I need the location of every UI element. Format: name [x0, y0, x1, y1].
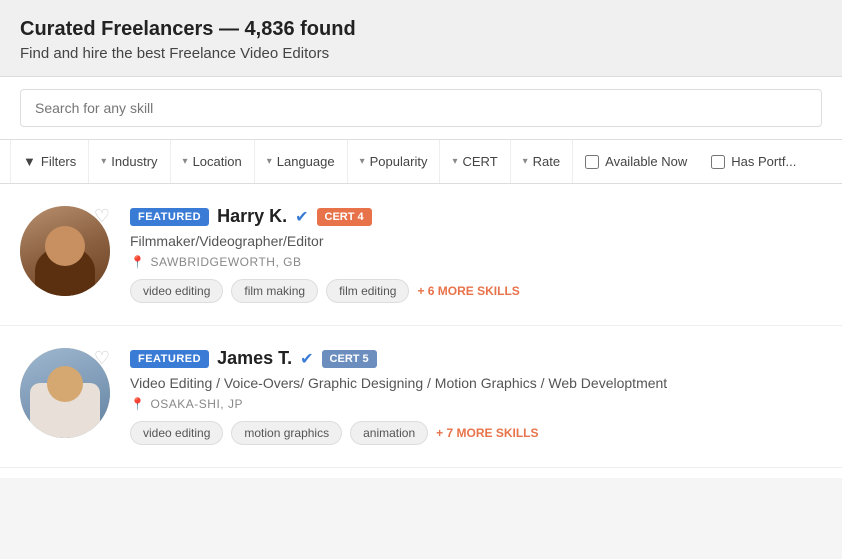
- search-input[interactable]: [20, 89, 822, 127]
- avatar-wrapper: ♡: [20, 206, 110, 296]
- chevron-icon: ▾: [360, 156, 365, 167]
- location-text: SAWBRIDGEWORTH, GB: [150, 255, 301, 269]
- cert-badge: CERT 4: [317, 208, 372, 226]
- filters-button[interactable]: ▼ Filters: [10, 140, 89, 184]
- verified-icon: ✔: [300, 349, 313, 369]
- available-now-checkbox[interactable]: [585, 155, 599, 169]
- card-content: FEATURED Harry K. ✔ CERT 4 Filmmaker/Vid…: [130, 206, 822, 303]
- favorite-icon[interactable]: ♡: [94, 348, 110, 369]
- filters-label: Filters: [41, 154, 76, 169]
- chevron-icon: ▾: [101, 156, 106, 167]
- location-pin-icon: 📍: [130, 255, 145, 269]
- more-skills-link[interactable]: + 7 MORE SKILLS: [436, 426, 538, 440]
- page-header: Curated Freelancers — 4,836 found Find a…: [0, 0, 842, 77]
- cert-badge: CERT 5: [322, 350, 377, 368]
- card-header: FEATURED James T. ✔ CERT 5: [130, 348, 822, 369]
- filter-bar: ▼ Filters ▾ Industry ▾ Location ▾ Langua…: [0, 140, 842, 184]
- page-subtitle: Find and hire the best Freelance Video E…: [20, 45, 822, 62]
- freelancer-name: James T.: [217, 348, 292, 369]
- filter-cert-button[interactable]: ▾ CERT: [440, 140, 510, 184]
- skills-row: video editing motion graphics animation …: [130, 421, 822, 445]
- chevron-icon: ▾: [183, 156, 188, 167]
- skills-row: video editing film making film editing +…: [130, 279, 822, 303]
- skill-tag: animation: [350, 421, 428, 445]
- freelancer-location: 📍 SAWBRIDGEWORTH, GB: [130, 255, 822, 269]
- freelancer-list: ♡ FEATURED Harry K. ✔ CERT 4 Filmmaker/V…: [0, 184, 842, 478]
- filter-popularity-label: Popularity: [370, 154, 428, 169]
- freelancer-title: Filmmaker/Videographer/Editor: [130, 233, 822, 249]
- avatar-wrapper: ♡: [20, 348, 110, 438]
- card-header: FEATURED Harry K. ✔ CERT 4: [130, 206, 822, 227]
- has-portfolio-group: Has Portf...: [699, 140, 808, 184]
- freelancer-name: Harry K.: [217, 206, 287, 227]
- skill-tag: video editing: [130, 279, 223, 303]
- available-now-group: Available Now: [573, 140, 699, 184]
- skill-tag: film editing: [326, 279, 409, 303]
- search-bar-container: [0, 77, 842, 140]
- chevron-icon: ▾: [267, 156, 272, 167]
- verified-icon: ✔: [295, 207, 308, 227]
- filter-popularity-button[interactable]: ▾ Popularity: [348, 140, 441, 184]
- more-skills-link[interactable]: + 6 MORE SKILLS: [417, 284, 519, 298]
- table-row: ♡ FEATURED Harry K. ✔ CERT 4 Filmmaker/V…: [0, 184, 842, 326]
- location-pin-icon: 📍: [130, 397, 145, 411]
- skill-tag: film making: [231, 279, 318, 303]
- skill-tag: video editing: [130, 421, 223, 445]
- location-text: OSAKA-SHI, JP: [150, 397, 243, 411]
- filter-rate-label: Rate: [533, 154, 560, 169]
- card-content: FEATURED James T. ✔ CERT 5 Video Editing…: [130, 348, 822, 445]
- filter-industry-label: Industry: [111, 154, 157, 169]
- has-portfolio-checkbox[interactable]: [711, 155, 725, 169]
- filter-rate-button[interactable]: ▾ Rate: [511, 140, 574, 184]
- freelancer-title: Video Editing / Voice-Overs/ Graphic Des…: [130, 375, 822, 391]
- featured-badge: FEATURED: [130, 350, 209, 368]
- funnel-icon: ▼: [23, 154, 36, 169]
- chevron-icon: ▾: [452, 156, 457, 167]
- filter-language-button[interactable]: ▾ Language: [255, 140, 348, 184]
- filter-location-label: Location: [193, 154, 242, 169]
- available-now-label: Available Now: [605, 154, 687, 169]
- favorite-icon[interactable]: ♡: [94, 206, 110, 227]
- table-row: ♡ FEATURED James T. ✔ CERT 5 Video Editi…: [0, 326, 842, 468]
- has-portfolio-label: Has Portf...: [731, 154, 796, 169]
- filter-cert-label: CERT: [462, 154, 497, 169]
- featured-badge: FEATURED: [130, 208, 209, 226]
- chevron-icon: ▾: [523, 156, 528, 167]
- filter-language-label: Language: [277, 154, 335, 169]
- skill-tag: motion graphics: [231, 421, 342, 445]
- freelancer-location: 📍 OSAKA-SHI, JP: [130, 397, 822, 411]
- filter-location-button[interactable]: ▾ Location: [171, 140, 255, 184]
- page-title: Curated Freelancers — 4,836 found: [20, 18, 822, 41]
- filter-industry-button[interactable]: ▾ Industry: [89, 140, 170, 184]
